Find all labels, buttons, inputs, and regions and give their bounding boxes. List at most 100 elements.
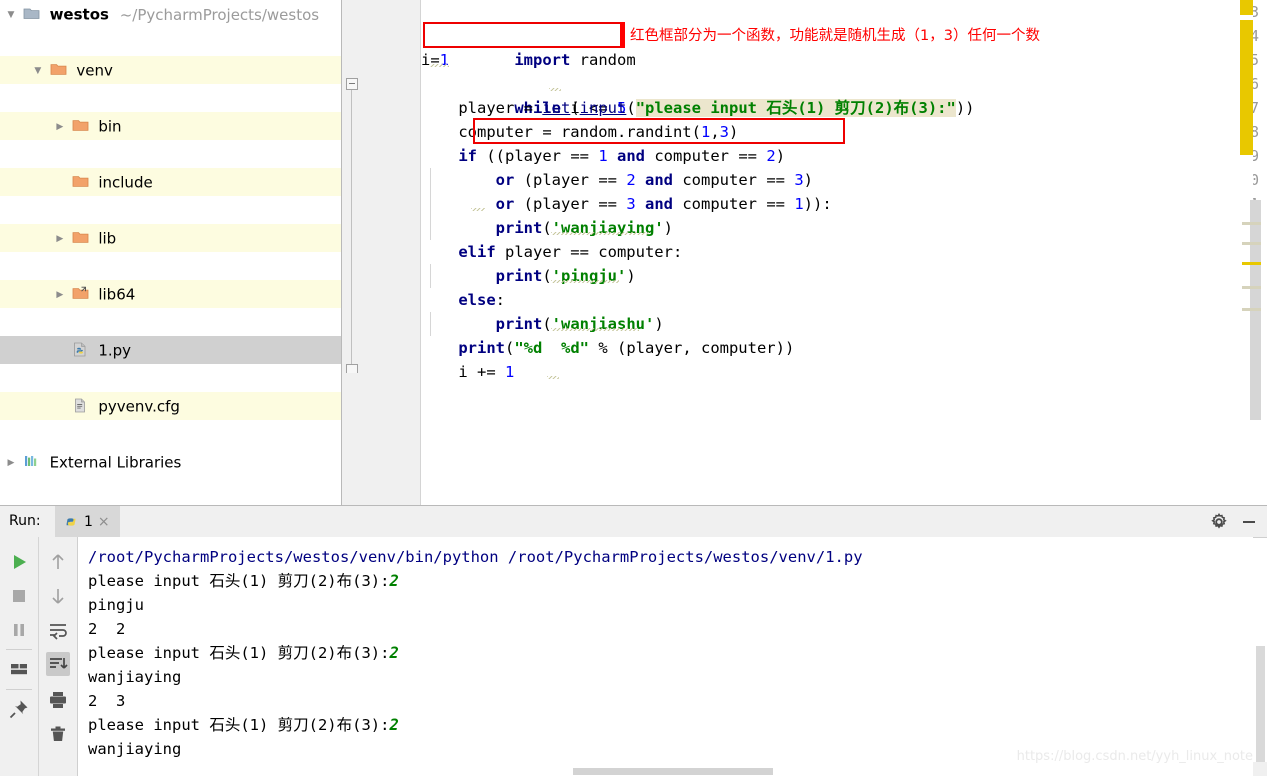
run-tab-label: 1 [84,513,93,530]
code-line-26: print('wanjiashu') [495,315,664,333]
code-line-17: player = int(input("please input 石头(1) 剪… [421,99,975,117]
inspection-squiggle [549,88,561,91]
resize-corner[interactable] [1253,762,1267,776]
chevron-right-icon[interactable]: ▶ [4,449,18,477]
user-input-value: 2 [389,644,399,662]
scrollbar-mark [1242,308,1261,311]
project-tree-panel[interactable]: ▼ westos ~/PycharmProjects/westos ▼ venv [0,0,342,505]
chevron-right-icon[interactable]: ▶ [53,225,67,253]
run-tool-window: Run: 1 × /root/PycharmProjects/westos/ve… [0,505,1267,776]
gear-icon[interactable] [1210,512,1228,531]
run-left-toolbar[interactable] [0,537,39,776]
prompt-text: please input 石头(1) 剪刀(2)布(3): [88,572,390,590]
scrollbar-mark [1242,286,1261,289]
close-icon[interactable]: × [98,515,110,529]
toolbar-divider [6,689,32,690]
python-file-icon [72,342,90,357]
user-input-value: 2 [389,716,399,734]
sidebar-item-venv[interactable]: ▼ venv [0,56,341,84]
annotation-left-bar [620,22,625,48]
sidebar-item-label: lib [98,229,117,248]
stop-button[interactable] [7,584,31,608]
pause-button[interactable] [7,618,31,642]
sidebar-item-label: lib64 [98,285,136,304]
scrollbar-thumb[interactable] [573,768,773,775]
code-editor[interactable]: 13 14 15 16 17 18 19 20 21 22 23 24 25 2… [342,0,1267,505]
fold-region-end-icon[interactable] [346,364,358,373]
chevron-right-icon[interactable]: ▶ [53,113,67,141]
down-button[interactable] [46,584,70,608]
code-line-22: print('wanjiaying') [495,219,673,237]
code-line-25: else: [458,291,505,309]
sidebar-item-label: pyvenv.cfg [98,397,180,416]
sidebar-item-1py[interactable]: ▶ 1.py [0,336,341,364]
folder-icon [72,230,90,245]
soft-wrap-button[interactable] [46,618,70,642]
minimize-icon[interactable] [1240,513,1258,531]
run-tab-1[interactable]: 1 × [55,506,120,537]
layout-button[interactable] [7,657,31,681]
chevron-down-icon[interactable]: ▼ [31,57,45,85]
user-input-value: 2 [389,572,399,590]
run-tool-title: Run: [9,513,41,529]
inspection-squiggle [429,64,449,67]
code-line-21: or (player == 3 and computer == 1)): [495,195,832,213]
prompt-text: please input 石头(1) 剪刀(2)布(3): [88,716,390,734]
chevron-placeholder-icon: ▶ [53,337,67,365]
console-line-output: wanjiaying [88,740,182,758]
sidebar-item-label: venv [76,61,113,80]
sidebar-item-label: External Libraries [49,453,182,472]
console-line-prompt: please input 石头(1) 剪刀(2)布(3):2 [88,641,399,665]
chevron-placeholder-icon: ▶ [53,393,67,421]
sidebar-item-external-libraries[interactable]: ▶ External Libraries [0,448,341,476]
inspection-squiggle [471,208,485,211]
up-button[interactable] [46,550,70,574]
console-line-output: 2 2 [88,620,126,638]
editor-vertical-scrollbar[interactable] [1242,200,1261,505]
rerun-button[interactable] [7,550,31,574]
scroll-to-end-button[interactable] [46,652,70,676]
sidebar-item-lib[interactable]: ▶ lib [0,224,341,252]
python-run-icon [63,514,79,530]
annotation-box-import [423,22,624,48]
sidebar-item-pyvenv-cfg[interactable]: ▶ pyvenv.cfg [0,392,341,420]
sidebar-item-lib64[interactable]: ▶ lib64 [0,280,341,308]
indent-guide [430,216,431,240]
sidebar-item-bin[interactable]: ▶ bin [0,112,341,140]
scrollbar-thumb[interactable] [1242,200,1261,420]
annotation-text: 红色框部分为一个函数，功能就是随机生成（1，3）任何一个数 [630,28,1040,44]
console-line-output: 2 3 [88,692,126,710]
run-console-output[interactable]: /root/PycharmProjects/westos/venv/bin/py… [78,537,1253,776]
console-line-command: /root/PycharmProjects/westos/venv/bin/py… [88,548,863,566]
indent-guide [430,264,431,288]
warning-marker[interactable] [1240,20,1253,155]
pin-tab-button[interactable] [7,697,31,721]
libraries-icon [23,454,41,469]
run-right-toolbar[interactable] [39,537,78,776]
chevron-down-icon[interactable]: ▼ [4,1,18,29]
code-line-28: i += 1 [421,363,515,381]
code-text-area[interactable]: import random i=1 while i <= 5 : player … [421,0,1267,505]
inspection-squiggle [547,376,559,379]
console-vertical-scrollbar[interactable] [1256,541,1265,771]
scrollbar-thumb[interactable] [1256,646,1265,771]
tree-row-root[interactable]: ▼ westos ~/PycharmProjects/westos [0,0,341,28]
top-area: ▼ westos ~/PycharmProjects/westos ▼ venv [0,0,1267,505]
warning-marker[interactable] [1240,0,1253,15]
sidebar-item-label: include [98,173,153,192]
code-folding-gutter[interactable] [402,0,421,505]
annotation-box-randint [473,118,845,144]
indent-guide [430,192,431,216]
code-line-16: while i <= 5 : [514,99,645,117]
inspection-squiggle [551,328,639,331]
sidebar-item-include[interactable]: ▶ include [0,168,341,196]
code-line-27: print("%d %d" % (player, computer)) [458,339,795,357]
inspection-squiggle [551,280,619,283]
clear-all-button[interactable] [46,722,70,746]
chevron-right-icon[interactable]: ▶ [53,281,67,309]
print-button[interactable] [46,688,70,712]
text-file-icon [72,398,90,413]
indent-guide [430,168,431,192]
fold-collapse-icon[interactable] [346,78,358,90]
code-line-15: i=1 [421,51,450,69]
